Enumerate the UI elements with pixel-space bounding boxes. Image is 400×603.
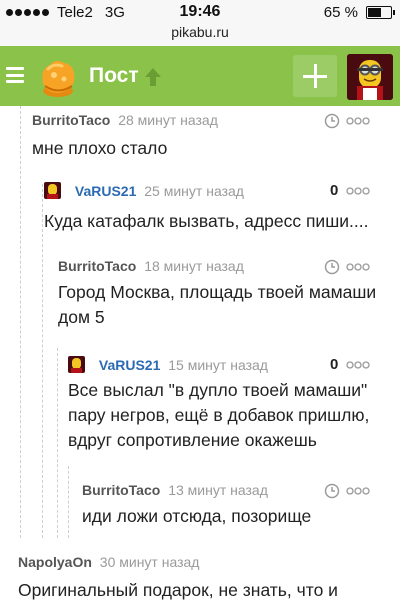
- battery-percent: 65 %: [323, 4, 358, 21]
- comment-body: Оригинальный подарок, не знать, что и: [18, 578, 338, 603]
- comment-text: иди ложи отсюда, позорище: [82, 506, 312, 526]
- clock-icon[interactable]: [324, 483, 340, 499]
- clock-icon[interactable]: [324, 259, 340, 275]
- comment-header: BurritoTaco 18 минут назад: [58, 258, 244, 280]
- comment-time: 13 минут назад: [168, 482, 268, 498]
- thread-indent-line: [57, 348, 59, 538]
- comment-text: мне плохо стало: [32, 138, 168, 158]
- thread-indent-line: [68, 466, 70, 538]
- comment-author[interactable]: VaRUS21: [99, 357, 160, 373]
- user-avatar[interactable]: [347, 54, 393, 100]
- comment-author[interactable]: NapolyaOn: [18, 554, 92, 570]
- app-header: Пост: [0, 46, 400, 106]
- more-dots-icon[interactable]: [346, 361, 370, 369]
- comment-time: 30 минут назад: [99, 554, 200, 570]
- comment-body: Куда катафалк вызвать, адресс пиши....: [44, 209, 368, 234]
- comment-rating: 0: [330, 356, 339, 373]
- browser-url-bar[interactable]: pikabu.ru: [0, 24, 400, 46]
- comment-header: BurritoTaco 13 минут назад: [82, 482, 268, 504]
- comment-time: 25 минут назад: [144, 183, 244, 199]
- comment-header: VaRUS21 15 минут назад: [68, 356, 268, 378]
- comment-author[interactable]: BurritoTaco: [58, 258, 136, 274]
- comment: BurritoTaco 18 минут назад Город Москва,…: [58, 258, 394, 338]
- comment-time: 28 минут назад: [118, 112, 218, 128]
- comment-text: Оригинальный подарок, не знать, что и: [18, 580, 338, 600]
- thread-indent-line: [42, 184, 44, 538]
- comment-header: BurritoTaco 28 минут назад: [32, 112, 218, 134]
- comment-avatar[interactable]: [44, 182, 61, 199]
- arrow-up-icon[interactable]: [144, 67, 162, 87]
- comment-author[interactable]: VaRUS21: [75, 183, 136, 199]
- menu-icon[interactable]: [6, 67, 24, 83]
- page-title: Пост: [89, 64, 139, 87]
- comment-avatar[interactable]: [68, 356, 85, 373]
- comment-text: Куда катафалк вызвать, адресс пиши....: [44, 211, 369, 231]
- more-dots-icon[interactable]: [346, 117, 370, 125]
- pikabu-logo-icon[interactable]: [34, 53, 82, 99]
- comment-text: Город Москва, площадь твоей мамаши: [58, 282, 377, 302]
- comment-body: иди ложи отсюда, позорище: [82, 504, 311, 529]
- more-dots-icon[interactable]: [346, 187, 370, 195]
- comment-body: Город Москва, площадь твоей мамаши дом 5: [58, 280, 376, 330]
- comment-text: дом 5: [58, 307, 105, 327]
- comment-author[interactable]: BurritoTaco: [32, 112, 110, 128]
- comment: BurritoTaco 28 минут назад мне плохо ста…: [32, 112, 394, 164]
- more-dots-icon[interactable]: [346, 487, 370, 495]
- status-bar: Tele2 3G 19:46 65 %: [0, 0, 400, 24]
- comment-body: мне плохо стало: [32, 136, 167, 161]
- status-right: 65 %: [323, 4, 395, 21]
- comment-text: вдруг сопротивление окажешь: [68, 430, 317, 450]
- add-post-button[interactable]: [293, 55, 337, 97]
- comment-time: 18 минут назад: [144, 258, 244, 274]
- comment-time: 15 минут назад: [168, 357, 268, 373]
- url-text: pikabu.ru: [171, 24, 229, 40]
- thread-indent-line: [20, 106, 22, 538]
- comment: VaRUS21 15 минут назад 0 Все выслал "в д…: [68, 356, 394, 456]
- comment-body: Все выслал "в дупло твоей мамаши" пару н…: [68, 378, 369, 453]
- comment: BurritoTaco 13 минут назад иди ложи отсю…: [82, 482, 394, 536]
- comment-rating: 0: [330, 182, 339, 199]
- clock-icon[interactable]: [324, 113, 340, 129]
- comment-author[interactable]: BurritoTaco: [82, 482, 160, 498]
- comment-header: NapolyaOn 30 минут назад: [18, 554, 199, 576]
- comment: NapolyaOn 30 минут назад Оригинальный по…: [18, 554, 394, 600]
- comment-text: пару негров, ещё в добавок пришлю,: [68, 405, 370, 425]
- comment-header: VaRUS21 25 минут назад: [44, 182, 244, 204]
- battery-icon: [366, 6, 395, 19]
- more-dots-icon[interactable]: [346, 263, 370, 271]
- comment-text: Все выслал "в дупло твоей мамаши": [68, 380, 368, 400]
- comment: VaRUS21 25 минут назад 0 Куда катафалк в…: [44, 182, 394, 236]
- comment-thread: BurritoTaco 28 минут назад мне плохо ста…: [0, 106, 400, 600]
